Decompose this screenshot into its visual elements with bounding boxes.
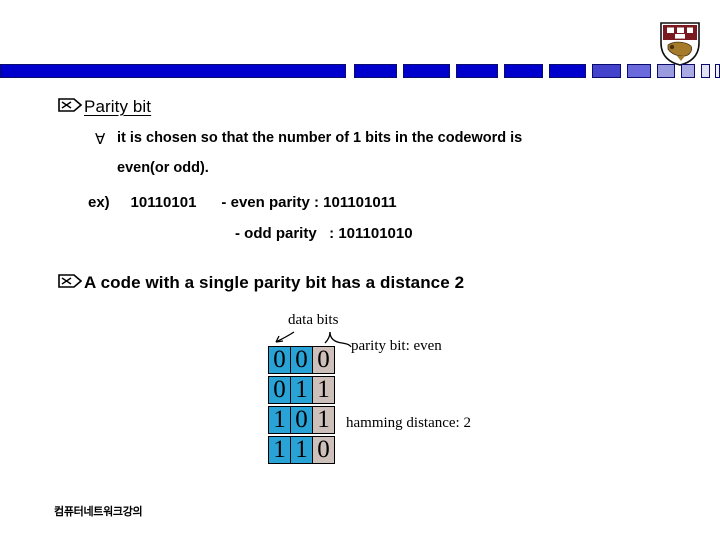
code-statement-text: A code with a single parity bit has a di… — [84, 273, 465, 293]
slide-content: Parity bit ∀ it is chosen so that the nu… — [0, 86, 720, 294]
bit-row: 101 — [268, 406, 335, 434]
figure-label-parity-bit: parity bit: even — [351, 338, 442, 354]
parity-bit-cell-r3: 0 — [312, 436, 335, 464]
figure-label-data-bits: data bits — [288, 312, 339, 328]
deco-segment-10 — [701, 64, 710, 78]
bit-row: 110 — [268, 436, 335, 464]
university-crest-logo — [659, 21, 701, 67]
forall-check-bullet-icon: ∀ — [95, 131, 106, 149]
parity-bit-cell-r0: 0 — [312, 346, 335, 374]
definition-bullet: ∀ it is chosen so that the number of 1 b… — [95, 131, 720, 175]
definition-line-2: even(or odd). — [117, 159, 209, 176]
parity-bit-cell-r1: 1 — [312, 376, 335, 404]
deco-segment-11 — [715, 64, 720, 78]
data-bit-cell-r3-c1: 1 — [290, 436, 313, 464]
bit-grid: 000011101110 — [268, 346, 335, 466]
decorative-segment-bar — [0, 64, 720, 78]
deco-segment-5 — [549, 64, 586, 78]
figure-label-hamming-distance: hamming distance: 2 — [346, 415, 471, 431]
deco-segment-9 — [681, 64, 695, 78]
definition-text: it is chosen so that the number of 1 bit… — [117, 131, 522, 175]
pennant-x-bullet-icon — [58, 272, 84, 289]
deco-segment-3 — [456, 64, 498, 78]
bit-row: 000 — [268, 346, 335, 374]
pennant-x-bullet-icon — [58, 96, 84, 112]
data-bit-cell-r0-c0: 0 — [268, 346, 291, 374]
data-bit-cell-r2-c0: 1 — [268, 406, 291, 434]
example-line-even: ex) 10110101 - even parity : 101101011 — [88, 194, 397, 212]
data-bit-cell-r1-c1: 1 — [290, 376, 313, 404]
deco-segment-4 — [504, 64, 543, 78]
definition-line-1: it is chosen so that the number of 1 bit… — [117, 130, 523, 147]
deco-segment-6 — [592, 64, 621, 78]
example-line-odd: - odd parity : 101101010 — [235, 225, 413, 243]
deco-segment-2 — [403, 64, 450, 78]
deco-segment-7 — [627, 64, 651, 78]
deco-segment-1 — [354, 64, 397, 78]
data-bit-cell-r1-c0: 0 — [268, 376, 291, 404]
data-bit-cell-r3-c0: 1 — [268, 436, 291, 464]
slide-title-bullet: Parity bit — [58, 96, 720, 117]
deco-segment-8 — [657, 64, 675, 78]
parity-bit-hamming-distance-diagram: data bits parity bit: even hamming dista… — [258, 312, 518, 492]
parity-bit-cell-r2: 1 — [312, 406, 335, 434]
deco-segment-0 — [0, 64, 346, 78]
footer-text: 컴퓨터네트워크강의 — [54, 506, 143, 518]
bit-row: 011 — [268, 376, 335, 404]
data-bit-cell-r2-c1: 0 — [290, 406, 313, 434]
data-bit-cell-r0-c1: 0 — [290, 346, 313, 374]
code-statement-bullet: A code with a single parity bit has a di… — [58, 272, 720, 293]
page-title: Parity bit — [84, 97, 152, 116]
